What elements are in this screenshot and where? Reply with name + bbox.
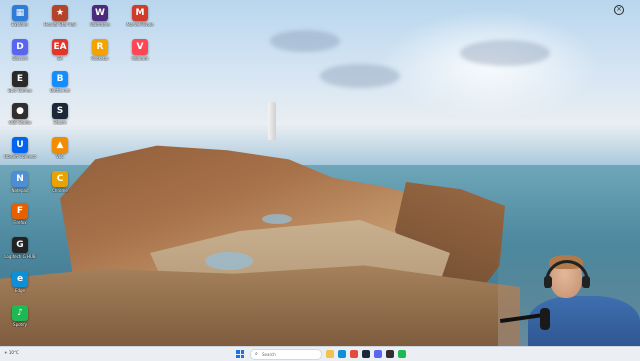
desktop-icon[interactable]: R Rockstar (80, 36, 120, 70)
desktop-icon[interactable]: U Ubisoft Connect (0, 134, 40, 168)
desktop-icon-label: Warframe (90, 22, 110, 27)
desktop-icon-label: VLC (56, 154, 64, 159)
desktop-icon-label: Ubisoft Connect (4, 154, 36, 159)
desktop-icon-label: Steam (53, 120, 67, 125)
desktop-icon[interactable]: N Notepad (0, 168, 40, 202)
lighthouse (268, 102, 276, 140)
app-icon: B (52, 71, 68, 87)
taskbar-app-spotify[interactable] (398, 350, 406, 358)
desktop-icon[interactable]: ● OBS Studio (0, 100, 40, 134)
app-icon: ♪ (12, 305, 28, 321)
desktop-icon[interactable]: W Warframe (80, 2, 120, 36)
windows-logo-icon (240, 350, 244, 354)
app-icon: EA (52, 39, 68, 55)
app-icon: W (92, 5, 108, 21)
desktop-icon-label: Discord (12, 56, 28, 61)
headphone-earcup (582, 276, 590, 288)
desktop-icon[interactable]: ★ Honkai Star Rail (40, 2, 80, 36)
overlay-close-button[interactable]: × (611, 3, 631, 23)
app-icon: U (12, 137, 28, 153)
taskbar-app-steam[interactable] (362, 350, 370, 358)
app-icon: E (12, 71, 28, 87)
close-icon: × (614, 5, 624, 15)
desktop-icon-label: Spotify (13, 322, 27, 327)
taskbar: ☀ 10°C ⌕ Search (0, 346, 640, 361)
app-icon: R (92, 39, 108, 55)
taskbar-app-obs[interactable] (386, 350, 394, 358)
desktop-icon-label: OBS Studio (8, 120, 32, 125)
taskbar-app-discord[interactable] (374, 350, 382, 358)
desktop-icon-label: Explorer (11, 22, 29, 27)
weather-widget[interactable]: ☀ 10°C (4, 350, 19, 355)
desktop-icon-label: Valorant (131, 56, 149, 61)
windows-logo-icon (240, 354, 244, 358)
cloud (270, 30, 340, 52)
desktop-icon-label: Honkai Star Rail (44, 22, 76, 27)
desktop: ▦ Explorer D Discord E Epic Games ● OBS Stud… (0, 0, 640, 346)
app-icon: ● (12, 103, 28, 119)
desktop-icon[interactable]: e Edge (0, 268, 40, 302)
app-icon: ▲ (52, 137, 68, 153)
desktop-icon-label: EA (57, 56, 63, 61)
taskbar-app-edge[interactable] (338, 350, 346, 358)
desktop-icon-label: Logitech G HUB (4, 254, 36, 259)
app-icon: F (12, 203, 28, 219)
weather-icon: ☀ (4, 350, 8, 355)
desktop-icon-label: Firefox (13, 220, 27, 225)
desktop-icon[interactable]: ♪ Spotify (0, 302, 40, 336)
desktop-icon-label: Marvel Rivals (126, 22, 154, 27)
search-placeholder: Search (262, 352, 276, 357)
weather-temp: 10°C (8, 350, 19, 355)
app-icon: N (12, 171, 28, 187)
desktop-icon[interactable]: ▲ VLC (40, 134, 80, 168)
desktop-icon[interactable]: S Steam (40, 100, 80, 134)
tide-pool (262, 214, 292, 224)
headphone-earcup (544, 276, 552, 288)
app-icon: C (52, 171, 68, 187)
tide-pool (205, 252, 253, 270)
desktop-icon[interactable]: V Valorant (120, 36, 160, 70)
desktop-icon[interactable]: M Marvel Rivals (120, 2, 160, 36)
desktop-icon[interactable]: EA EA (40, 36, 80, 70)
desktop-icon[interactable]: ▦ Explorer (0, 2, 40, 36)
desktop-icon[interactable]: B Battle.net (40, 68, 80, 102)
cloud (460, 40, 550, 66)
app-icon: V (132, 39, 148, 55)
desktop-icon[interactable]: D Discord (0, 36, 40, 70)
cloud (320, 64, 400, 88)
app-icon: e (12, 271, 28, 287)
app-icon: D (12, 39, 28, 55)
windows-logo-icon (236, 354, 240, 358)
app-icon: ★ (52, 5, 68, 21)
microphone (540, 308, 550, 330)
app-icon: ▦ (12, 5, 28, 21)
desktop-icon-label: Battle.net (50, 88, 70, 93)
app-icon: G (12, 237, 28, 253)
app-icon: S (52, 103, 68, 119)
taskbar-search[interactable]: ⌕ Search (250, 349, 322, 360)
desktop-icon-label: Rockstar (91, 56, 109, 61)
start-button[interactable] (236, 350, 244, 358)
desktop-icon[interactable]: E Epic Games (0, 68, 40, 102)
search-icon: ⌕ (255, 351, 258, 357)
desktop-icon-label: Epic Games (8, 88, 32, 93)
desktop-icon-label: Chrome (52, 188, 68, 193)
app-icon: M (132, 5, 148, 21)
desktop-icon[interactable]: C Chrome (40, 168, 80, 202)
desktop-icon[interactable]: G Logitech G HUB (0, 234, 40, 268)
windows-logo-icon (236, 350, 240, 354)
taskbar-app-chrome[interactable] (350, 350, 358, 358)
desktop-icon-label: Edge (14, 288, 26, 293)
taskbar-app-file-explorer[interactable] (326, 350, 334, 358)
desktop-icon[interactable]: F Firefox (0, 200, 40, 234)
desktop-icon-label: Notepad (11, 188, 29, 193)
